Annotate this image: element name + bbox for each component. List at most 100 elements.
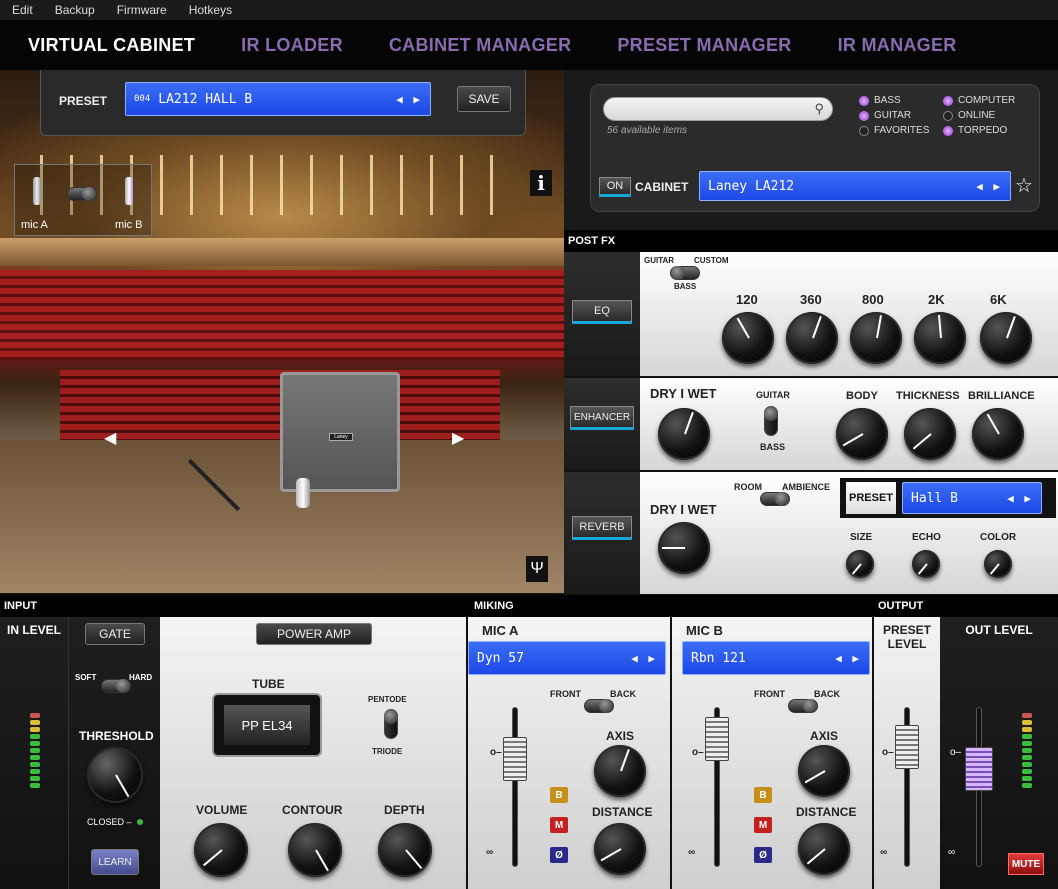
thickness-knob[interactable] (904, 408, 956, 460)
mic-a-front-back-switch[interactable] (584, 699, 614, 713)
gate-mode-switch[interactable] (101, 679, 131, 693)
mic-b-axis-knob[interactable] (798, 745, 850, 797)
mic-on-stage-icon[interactable] (296, 478, 310, 508)
mic-b-model-display[interactable]: Rbn 121 ◀ ▶ (682, 641, 870, 675)
menu-edit[interactable]: Edit (12, 3, 33, 17)
mic-b-axis-label: AXIS (810, 729, 839, 743)
mic-b-m-button[interactable]: M (754, 817, 772, 833)
cabinet-image[interactable]: Laney (280, 372, 400, 492)
mic-b-position-fader[interactable] (705, 717, 729, 761)
mic-a-phase-button[interactable]: Ø (550, 847, 568, 863)
enhancer-type-switch[interactable] (764, 406, 778, 436)
stage-left-arrow-icon[interactable]: ◀ (104, 428, 116, 448)
color-knob[interactable] (984, 550, 1012, 578)
filter-bass[interactable]: BASS (859, 95, 943, 106)
mute-button[interactable]: MUTE (1008, 853, 1044, 875)
mic-selector[interactable]: mic A mic B (14, 164, 152, 236)
virtual-stage[interactable]: PRESET 004 LA212 HALL B ◀ ▶ SAVE mic A m… (0, 70, 564, 593)
menu-hotkeys[interactable]: Hotkeys (189, 3, 232, 17)
gate-button[interactable]: GATE (85, 623, 145, 645)
tab-ir-loader[interactable]: IR LOADER (241, 35, 343, 56)
cabinet-on-button[interactable]: ON (599, 177, 631, 197)
tube-selector[interactable]: PP EL34 (212, 693, 322, 757)
learn-button[interactable]: LEARN (91, 849, 139, 875)
radio-dot-icon (943, 125, 953, 136)
tab-cabinet-manager[interactable]: CABINET MANAGER (389, 35, 572, 56)
eq-button[interactable]: EQ (572, 300, 632, 324)
reverb-drywet-knob[interactable] (658, 522, 710, 574)
save-button[interactable]: SAVE (457, 86, 511, 112)
filter-label: TORPEDO (958, 125, 1008, 136)
menu-firmware[interactable]: Firmware (117, 3, 167, 17)
enhancer-button[interactable]: ENHANCER (570, 406, 634, 430)
mic-b-distance-knob[interactable] (798, 823, 850, 875)
mic-b-b-button[interactable]: B (754, 787, 772, 803)
tab-virtual-cabinet[interactable]: VIRTUAL CABINET (28, 35, 195, 56)
mic-a-model-display[interactable]: Dyn 57 ◀ ▶ (468, 641, 666, 675)
power-amp-button[interactable]: POWER AMP (256, 623, 372, 645)
filter-guitar[interactable]: GUITAR (859, 110, 943, 121)
out-level-fader[interactable] (965, 747, 993, 791)
eq-6k-knob[interactable] (980, 312, 1032, 364)
pentode-triode-switch[interactable] (384, 709, 398, 739)
search-input[interactable]: ⚲ (603, 97, 833, 121)
cabinet-display[interactable]: Laney LA212 ◀ ▶ (699, 171, 1011, 201)
echo-knob[interactable] (912, 550, 940, 578)
tuner-fork-icon[interactable]: Ψ (526, 556, 548, 582)
mic-b-arrows-icon[interactable]: ◀ ▶ (835, 652, 861, 665)
threshold-knob[interactable] (87, 747, 143, 803)
mic-a-m-button[interactable]: M (550, 817, 568, 833)
volume-knob[interactable] (194, 823, 248, 877)
filter-favorites[interactable]: FAVORITES (859, 125, 943, 136)
mic-a-axis-knob[interactable] (594, 745, 646, 797)
brilliance-knob[interactable] (972, 408, 1024, 460)
reverb-arrows-icon[interactable]: ◀ ▶ (1007, 492, 1033, 505)
stage-right-arrow-icon[interactable]: ▶ (452, 428, 464, 448)
mic-b-icon[interactable] (125, 177, 133, 205)
mic-a-back-label: BACK (610, 689, 636, 699)
preset-arrows-icon[interactable]: ◀ ▶ (396, 93, 422, 106)
preset-display[interactable]: 004 LA212 HALL B ◀ ▶ (125, 82, 431, 116)
depth-knob[interactable] (378, 823, 432, 877)
info-icon[interactable]: i (530, 170, 552, 196)
mic-b-front-back-switch[interactable] (788, 699, 818, 713)
eq-120-knob[interactable] (722, 312, 774, 364)
eq-360-knob[interactable] (786, 312, 838, 364)
mic-a-icon[interactable] (33, 177, 41, 205)
menu-backup[interactable]: Backup (55, 3, 95, 17)
reverb-preset-display[interactable]: Hall B ◀ ▶ (902, 482, 1042, 514)
body-knob[interactable] (836, 408, 888, 460)
eq-800-knob[interactable] (850, 312, 902, 364)
tab-ir-manager[interactable]: IR MANAGER (838, 35, 957, 56)
mic-a-b-button[interactable]: B (550, 787, 568, 803)
mic-a-distance-knob[interactable] (594, 823, 646, 875)
filter-online[interactable]: ONLINE (943, 110, 1033, 121)
triode-label: TRIODE (372, 747, 403, 756)
eq-mode-switch[interactable] (670, 266, 700, 280)
reverb-mode-switch[interactable] (760, 492, 790, 506)
preset-level-fader[interactable] (895, 725, 919, 769)
size-knob[interactable] (846, 550, 874, 578)
favorite-star-icon[interactable]: ☆ (1015, 173, 1033, 198)
search-icon[interactable]: ⚲ (814, 101, 824, 117)
mic-b-phase-button[interactable]: Ø (754, 847, 772, 863)
reverb-preset-label: PRESET (846, 482, 896, 514)
filter-computer[interactable]: COMPUTER (943, 95, 1033, 106)
enhancer-drywet-knob[interactable] (658, 408, 710, 460)
out-level-meter (1022, 713, 1032, 788)
postfx-header: POST FX (564, 230, 1058, 252)
cabinet-arrows-icon[interactable]: ◀ ▶ (976, 180, 1002, 193)
mic-a-arrows-icon[interactable]: ◀ ▶ (631, 652, 657, 665)
eq-2k-knob[interactable] (914, 312, 966, 364)
mic-select-switch[interactable] (67, 187, 97, 201)
filter-label: ONLINE (958, 110, 996, 121)
mic-a-title: MIC A (482, 623, 519, 638)
contour-knob[interactable] (288, 823, 342, 877)
reverb-button[interactable]: REVERB (572, 516, 632, 540)
mic-a-position-fader[interactable] (503, 737, 527, 781)
tab-preset-manager[interactable]: PRESET MANAGER (617, 35, 791, 56)
threshold-label: THRESHOLD (79, 729, 154, 743)
zero-db-icon: o– (882, 747, 894, 758)
mic-a-label: mic A (21, 219, 48, 231)
filter-torpedo[interactable]: TORPEDO (943, 125, 1033, 136)
